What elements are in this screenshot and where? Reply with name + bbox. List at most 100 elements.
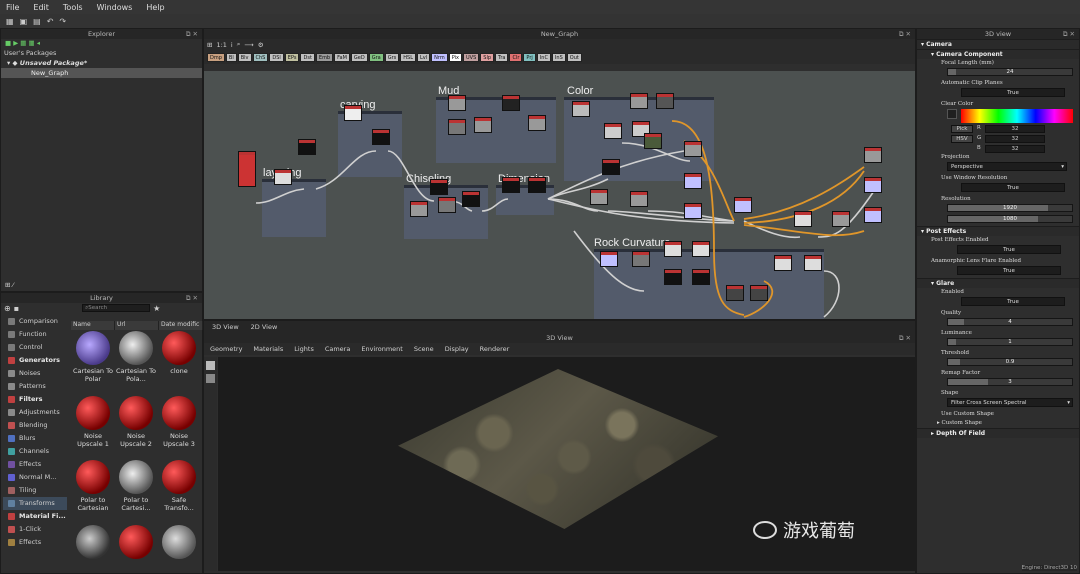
post-enabled-value[interactable]: True (957, 245, 1061, 254)
library-category-item[interactable]: Filters (3, 393, 67, 406)
graph-node[interactable] (528, 177, 546, 193)
graph-node[interactable] (630, 93, 648, 109)
node-chip[interactable]: Tra (495, 52, 509, 62)
node-chip[interactable]: Prj (523, 52, 536, 62)
graph-zoom[interactable]: 1:1 (216, 41, 226, 49)
library-category-item[interactable]: Adjustments (3, 406, 67, 419)
library-thumb[interactable]: Noise Upscale 2 (116, 395, 156, 459)
graph-node[interactable] (448, 119, 466, 135)
library-category-item[interactable]: 1-Click (3, 523, 67, 536)
glare-section[interactable]: ▾ Glare (917, 278, 1079, 288)
graph-item[interactable]: New_Graph (1, 68, 202, 78)
graph-node[interactable] (502, 95, 520, 111)
menu-file[interactable]: File (6, 3, 19, 12)
shape-select[interactable]: Filter Cross Screen Spectral ▾ (947, 398, 1073, 407)
node-chip[interactable]: FaM (334, 52, 350, 62)
undo-icon[interactable]: ↶ (47, 17, 54, 26)
node-chip[interactable]: UVS (463, 52, 480, 62)
graph-settings-icon[interactable]: ⚙ (258, 41, 264, 49)
node-chip[interactable]: InC (536, 52, 551, 62)
graph-node[interactable] (274, 169, 292, 185)
menu-tools[interactable]: Tools (63, 3, 83, 12)
node-chip[interactable]: Gra (368, 52, 384, 62)
library-folder-icon[interactable]: ▪ (14, 304, 19, 313)
library-category-item[interactable]: Tiling (3, 484, 67, 497)
panel-controls-icon[interactable]: ⧉ ✕ (186, 29, 198, 39)
graph-node[interactable] (726, 285, 744, 301)
view3d-menu-item[interactable]: Display (445, 345, 469, 353)
graph-node[interactable] (734, 197, 752, 213)
threshold-slider[interactable]: 0.9 (947, 358, 1073, 366)
view-tab[interactable]: 3D View (212, 321, 239, 333)
library-category-item[interactable]: Blurs (3, 432, 67, 445)
library-category-item[interactable]: Channels (3, 445, 67, 458)
new-icon[interactable]: ▦ (6, 17, 14, 26)
library-category-item[interactable]: Effects (3, 536, 67, 549)
pick-button[interactable]: Pick (951, 125, 973, 133)
redo-icon[interactable]: ↷ (59, 17, 66, 26)
node-chip[interactable]: Pix (448, 52, 463, 62)
node-chip[interactable]: Dmp (207, 52, 225, 62)
graph-node[interactable] (604, 123, 622, 139)
graph-canvas[interactable]: carving Mud Color layering Chiseling Dim… (204, 71, 915, 319)
graph-node[interactable] (344, 105, 362, 121)
node-chip[interactable]: Grs (384, 52, 400, 62)
view3d-menu-item[interactable]: Lights (294, 345, 314, 353)
graph-node[interactable] (864, 207, 882, 223)
graph-node[interactable] (462, 191, 480, 207)
library-thumb[interactable]: clone (159, 331, 199, 394)
view3d-viewport[interactable]: 游戏葡萄 (218, 357, 915, 571)
open-icon[interactable]: ▣ (20, 17, 28, 26)
graph-node[interactable] (664, 241, 682, 257)
library-column-header[interactable]: Url (115, 321, 159, 330)
library-column-header[interactable]: Date modific (159, 321, 203, 330)
luminance-slider[interactable]: 1 (947, 338, 1073, 346)
camera-section[interactable]: ▾ Camera (917, 39, 1079, 49)
anamorphic-value[interactable]: True (957, 266, 1061, 275)
library-category-item[interactable]: Generators (3, 354, 67, 367)
graph-node[interactable] (630, 191, 648, 207)
graph-node[interactable] (684, 203, 702, 219)
node-chip[interactable]: Lvl (417, 52, 431, 62)
graph-node[interactable] (692, 241, 710, 257)
node-chip[interactable]: Out (566, 52, 582, 62)
use-window-value[interactable]: True (961, 183, 1065, 192)
library-category-item[interactable]: Function (3, 328, 67, 341)
node-chip[interactable]: Slp (480, 52, 495, 62)
library-thumb[interactable]: Polar to Cartesi... (116, 460, 156, 523)
view-tab[interactable]: 2D View (251, 321, 278, 333)
library-thumb[interactable] (73, 524, 113, 572)
node-chip[interactable]: EPs (284, 52, 300, 62)
graph-node[interactable] (298, 139, 316, 155)
library-column-header[interactable]: Name (71, 321, 115, 330)
rgb-channel-input[interactable]: 32 (985, 135, 1045, 143)
focal-length-slider[interactable]: 24 (947, 68, 1073, 76)
resolution-width-slider[interactable]: 1920 (947, 204, 1073, 212)
library-thumb[interactable]: Cartesian To Polar (73, 331, 113, 394)
color-spectrum[interactable] (961, 109, 1073, 123)
library-category-item[interactable]: Noises (3, 367, 67, 380)
graph-fit-icon[interactable]: ⊞ (207, 41, 212, 49)
library-search-input[interactable]: ⌕Search (82, 304, 151, 312)
glare-enabled-value[interactable]: True (961, 297, 1065, 306)
graph-node[interactable] (502, 177, 520, 193)
package-item[interactable]: ▾ ◆ Unsaved Package* (1, 58, 202, 68)
graph-node[interactable] (600, 251, 618, 267)
library-thumb[interactable]: Polar to Cartesian (73, 460, 113, 523)
view3d-tool-icon[interactable] (206, 361, 215, 370)
hsv-button[interactable]: HSV (951, 135, 973, 143)
library-add-icon[interactable]: ⊕ (4, 304, 11, 313)
rgb-channel-input[interactable]: 32 (985, 125, 1045, 133)
node-chip[interactable]: Bl (225, 52, 237, 62)
remap-slider[interactable]: 3 (947, 378, 1073, 386)
library-thumb[interactable]: Safe Transfo... (159, 460, 199, 523)
library-category-item[interactable]: Transforms (3, 497, 67, 510)
projection-select[interactable]: Perspective ▾ (947, 162, 1067, 171)
graph-node[interactable] (684, 173, 702, 189)
library-category-item[interactable]: Patterns (3, 380, 67, 393)
library-category-item[interactable]: Blending (3, 419, 67, 432)
graph-node[interactable] (794, 211, 812, 227)
graph-node[interactable] (474, 117, 492, 133)
graph-node[interactable] (644, 133, 662, 149)
library-thumb[interactable]: Noise Upscale 1 (73, 395, 113, 459)
